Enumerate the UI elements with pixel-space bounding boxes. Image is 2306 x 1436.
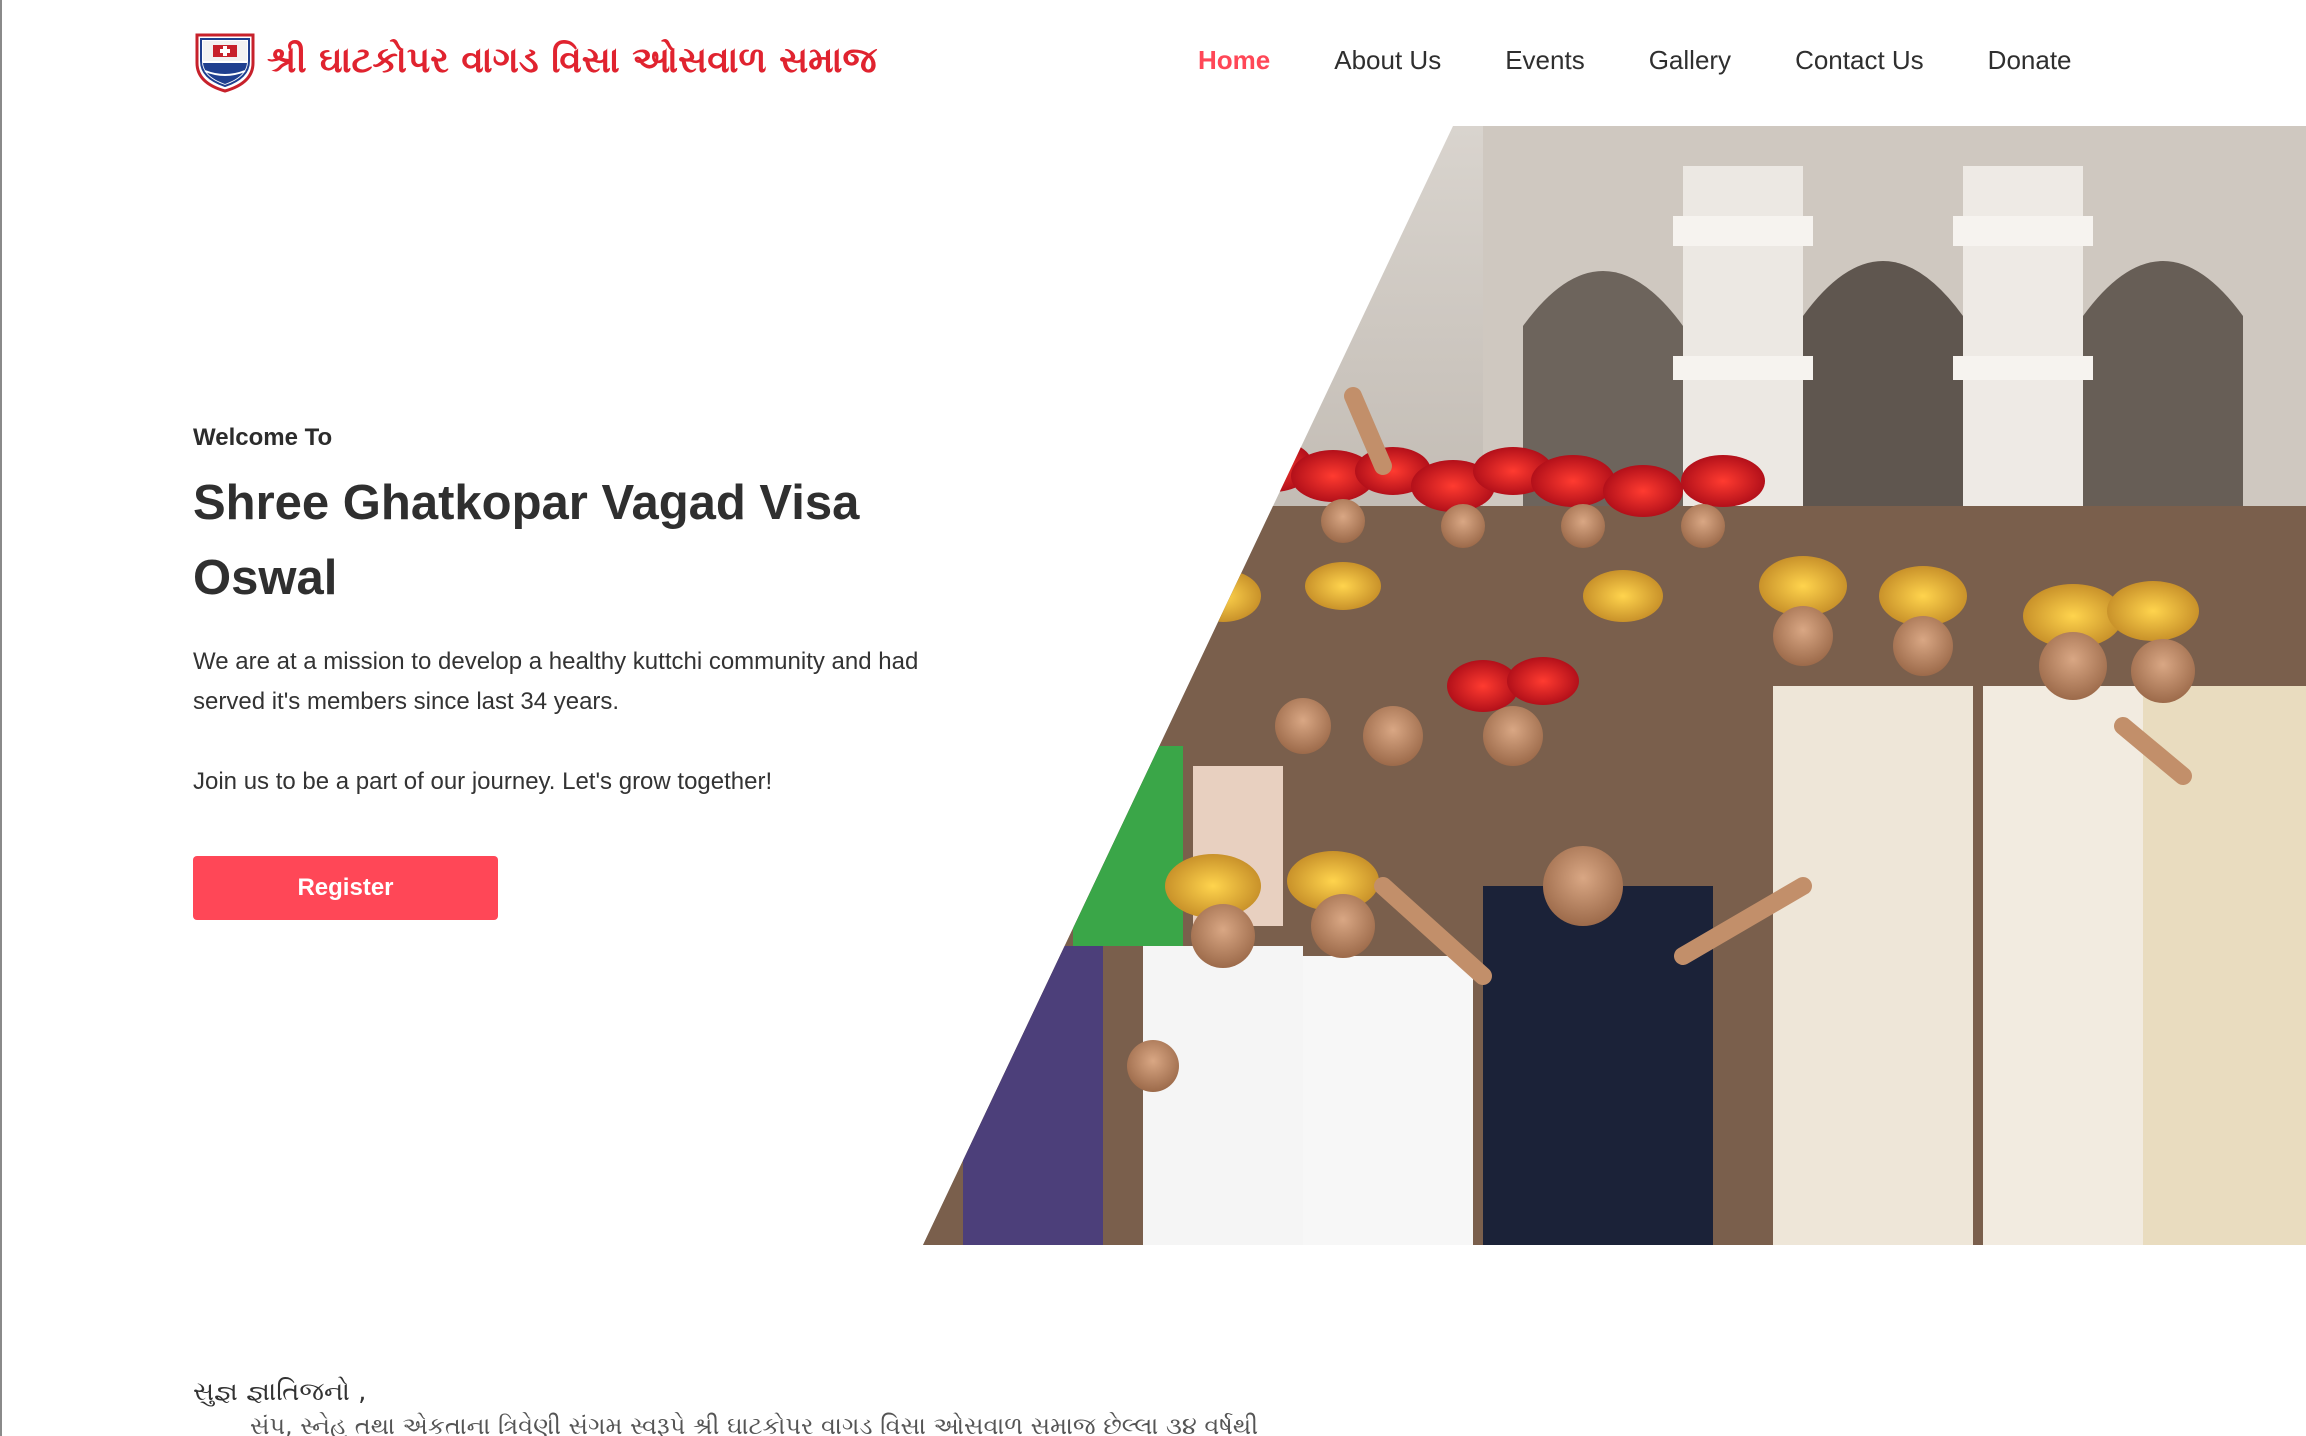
page-left-border xyxy=(0,0,2,1436)
nav-contact-us[interactable]: Contact Us xyxy=(1795,40,1924,80)
nav-gallery[interactable]: Gallery xyxy=(1649,40,1731,80)
nav-events[interactable]: Events xyxy=(1505,40,1585,80)
nav-donate[interactable]: Donate xyxy=(1988,40,2072,80)
nav-home[interactable]: Home xyxy=(1198,40,1270,80)
welcome-label: Welcome To xyxy=(193,424,333,451)
nav-about-us[interactable]: About Us xyxy=(1334,40,1441,80)
hero-description: We are at a mission to develop a healthy… xyxy=(193,648,919,715)
emblem-icon xyxy=(195,33,255,93)
intro-greeting: સુજ્ઞ જ્ઞાતિજનો , xyxy=(193,1377,367,1407)
hero-title: Shree Ghatkopar Vagad Visa Oswal xyxy=(193,476,860,605)
intro-text-line: સંપ, સ્નેહ તથા એકતાના ત્રિવેણી સંગમ સ્વર… xyxy=(250,1412,1259,1436)
hero-community-photo xyxy=(923,126,2306,1245)
hero-section: Welcome To Shree Ghatkopar Vagad Visa Os… xyxy=(193,420,973,802)
site-logo[interactable]: શ્રી ઘાટકોપર વાગડ વિસા ઓસવાળ સમાજ xyxy=(193,28,877,94)
register-button[interactable]: Register xyxy=(193,856,498,920)
site-header: શ્રી ઘાટકોપર વાગડ વિસા ઓસવાળ સમાજ Home A… xyxy=(0,0,2306,126)
hero-cta-text: Join us to be a part of our journey. Let… xyxy=(193,768,773,795)
main-nav: Home About Us Events Gallery Contact Us … xyxy=(1198,40,2072,80)
logo-wordmark: શ્રી ઘાટકોપર વાગડ વિસા ઓસવાળ સમાજ xyxy=(267,40,877,81)
